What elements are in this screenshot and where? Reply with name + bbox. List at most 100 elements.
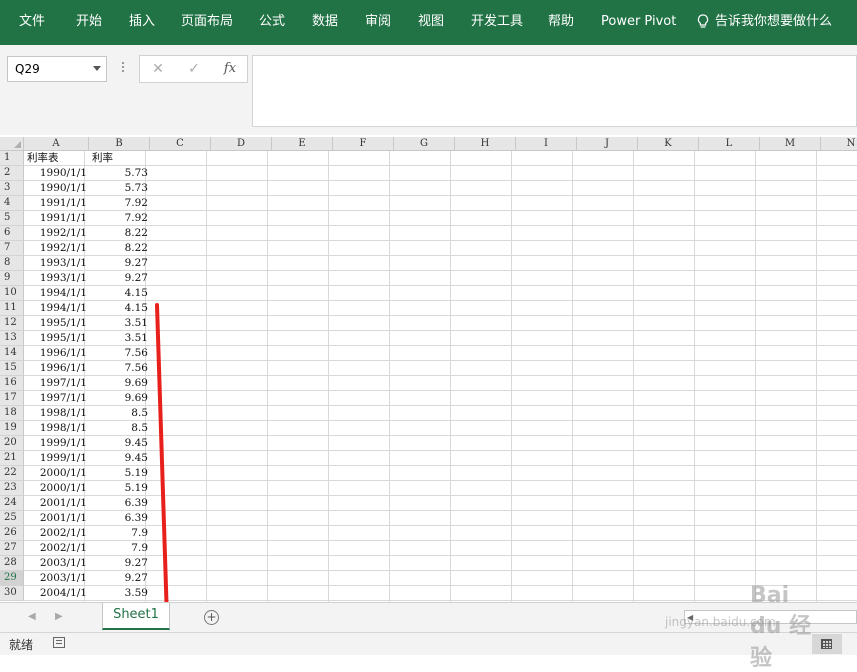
row-header[interactable]: 29	[0, 571, 24, 586]
row-header[interactable]: 3	[0, 181, 24, 196]
cell[interactable]: 9.69	[91, 376, 148, 391]
row-header[interactable]: 10	[0, 286, 24, 301]
cell[interactable]: 4.15	[91, 286, 148, 301]
cell[interactable]: 7.9	[91, 541, 148, 556]
scroll-left-icon[interactable]: ◀	[687, 613, 693, 622]
cell[interactable]: 1993/1/1	[26, 256, 87, 271]
row-header[interactable]: 13	[0, 331, 24, 346]
row-header[interactable]: 12	[0, 316, 24, 331]
column-header[interactable]: G	[394, 137, 455, 151]
row-header[interactable]: 17	[0, 391, 24, 406]
cell[interactable]: 9.45	[91, 436, 148, 451]
row-header[interactable]: 20	[0, 436, 24, 451]
cell[interactable]: 9.45	[91, 451, 148, 466]
chevron-down-icon[interactable]	[93, 66, 101, 71]
row-header[interactable]: 26	[0, 526, 24, 541]
row-header[interactable]: 24	[0, 496, 24, 511]
cell[interactable]: 1994/1/1	[26, 286, 87, 301]
cell[interactable]: 9.27	[91, 256, 148, 271]
column-header[interactable]: D	[211, 137, 272, 151]
tab-review[interactable]: 审阅	[365, 13, 391, 30]
row-header[interactable]: 4	[0, 196, 24, 211]
cell[interactable]: 9.27	[91, 271, 148, 286]
cell[interactable]: 1990/1/1	[26, 181, 87, 196]
cell[interactable]: 1995/1/1	[26, 316, 87, 331]
column-header[interactable]: K	[638, 137, 699, 151]
cell[interactable]: 3.59	[91, 586, 148, 601]
row-header[interactable]: 9	[0, 271, 24, 286]
formula-input[interactable]	[252, 55, 857, 127]
cell[interactable]: 利率	[92, 151, 147, 166]
row-header[interactable]: 7	[0, 241, 24, 256]
column-header[interactable]: A	[24, 137, 89, 151]
row-header[interactable]: 8	[0, 256, 24, 271]
cell[interactable]: 1997/1/1	[26, 391, 87, 406]
cell[interactable]: 1999/1/1	[26, 451, 87, 466]
cell[interactable]: 1994/1/1	[26, 301, 87, 316]
cell[interactable]: 1998/1/1	[26, 421, 87, 436]
cell[interactable]: 2000/1/1	[26, 481, 87, 496]
row-header[interactable]: 23	[0, 481, 24, 496]
cell-grid[interactable]	[24, 151, 857, 602]
column-header[interactable]: L	[699, 137, 760, 151]
cell[interactable]: 7.9	[91, 526, 148, 541]
cell[interactable]: 1993/1/1	[26, 271, 87, 286]
column-header[interactable]: E	[272, 137, 333, 151]
row-header[interactable]: 18	[0, 406, 24, 421]
cell[interactable]: 7.56	[91, 346, 148, 361]
tab-formulas[interactable]: 公式	[259, 13, 285, 30]
column-header[interactable]: M	[760, 137, 821, 151]
cell[interactable]: 4.15	[91, 301, 148, 316]
row-header[interactable]: 1	[0, 151, 24, 166]
cell[interactable]: 8.22	[91, 241, 148, 256]
cell[interactable]: 6.39	[91, 496, 148, 511]
add-sheet-icon[interactable]: +	[204, 610, 219, 625]
cell[interactable]: 6.39	[91, 511, 148, 526]
row-header[interactable]: 11	[0, 301, 24, 316]
enter-icon[interactable]: ✓	[184, 60, 204, 78]
tab-developer[interactable]: 开发工具	[471, 13, 523, 30]
tab-file[interactable]: 文件	[19, 13, 45, 30]
cell[interactable]: 9.27	[91, 556, 148, 571]
cell[interactable]: 7.56	[91, 361, 148, 376]
row-header[interactable]: 2	[0, 166, 24, 181]
cell[interactable]: 1992/1/1	[26, 241, 87, 256]
cell[interactable]: 8.5	[91, 421, 148, 436]
cell[interactable]: 2002/1/1	[26, 541, 87, 556]
cell[interactable]: 1995/1/1	[26, 331, 87, 346]
tab-data[interactable]: 数据	[312, 13, 338, 30]
row-header[interactable]: 15	[0, 361, 24, 376]
tab-help[interactable]: 帮助	[548, 13, 574, 30]
column-header[interactable]: H	[455, 137, 516, 151]
cell[interactable]: 1992/1/1	[26, 226, 87, 241]
cell[interactable]: 1997/1/1	[26, 376, 87, 391]
next-sheet-icon[interactable]: ▶	[55, 611, 63, 622]
cell[interactable]: 1991/1/1	[26, 196, 87, 211]
cell[interactable]: 9.69	[91, 391, 148, 406]
cell[interactable]: 2004/1/1	[26, 586, 87, 601]
cell[interactable]: 3.51	[91, 331, 148, 346]
row-header[interactable]: 21	[0, 451, 24, 466]
tab-page-layout[interactable]: 页面布局	[181, 13, 233, 30]
sheet-tab-sheet1[interactable]: Sheet1	[102, 603, 170, 630]
cancel-icon[interactable]: ✕	[148, 60, 168, 78]
cell[interactable]: 1991/1/1	[26, 211, 87, 226]
cell[interactable]: 2002/1/1	[26, 526, 87, 541]
row-header[interactable]: 22	[0, 466, 24, 481]
tab-power-pivot[interactable]: Power Pivot	[601, 13, 676, 30]
cell[interactable]: 1990/1/1	[26, 166, 87, 181]
column-header[interactable]: B	[89, 137, 150, 151]
cell[interactable]: 5.73	[91, 181, 148, 196]
cell[interactable]: 2001/1/1	[26, 511, 87, 526]
cell[interactable]: 1996/1/1	[26, 346, 87, 361]
cell[interactable]: 2003/1/1	[26, 571, 87, 586]
cell[interactable]: 1999/1/1	[26, 436, 87, 451]
cell[interactable]: 7.92	[91, 211, 148, 226]
tab-home[interactable]: 开始	[76, 13, 102, 30]
cell[interactable]: 5.19	[91, 481, 148, 496]
tab-insert[interactable]: 插入	[129, 13, 155, 30]
cell[interactable]: 7.92	[91, 196, 148, 211]
column-header[interactable]: I	[516, 137, 577, 151]
drag-handle-icon[interactable]	[121, 60, 125, 78]
cell[interactable]: 8.22	[91, 226, 148, 241]
